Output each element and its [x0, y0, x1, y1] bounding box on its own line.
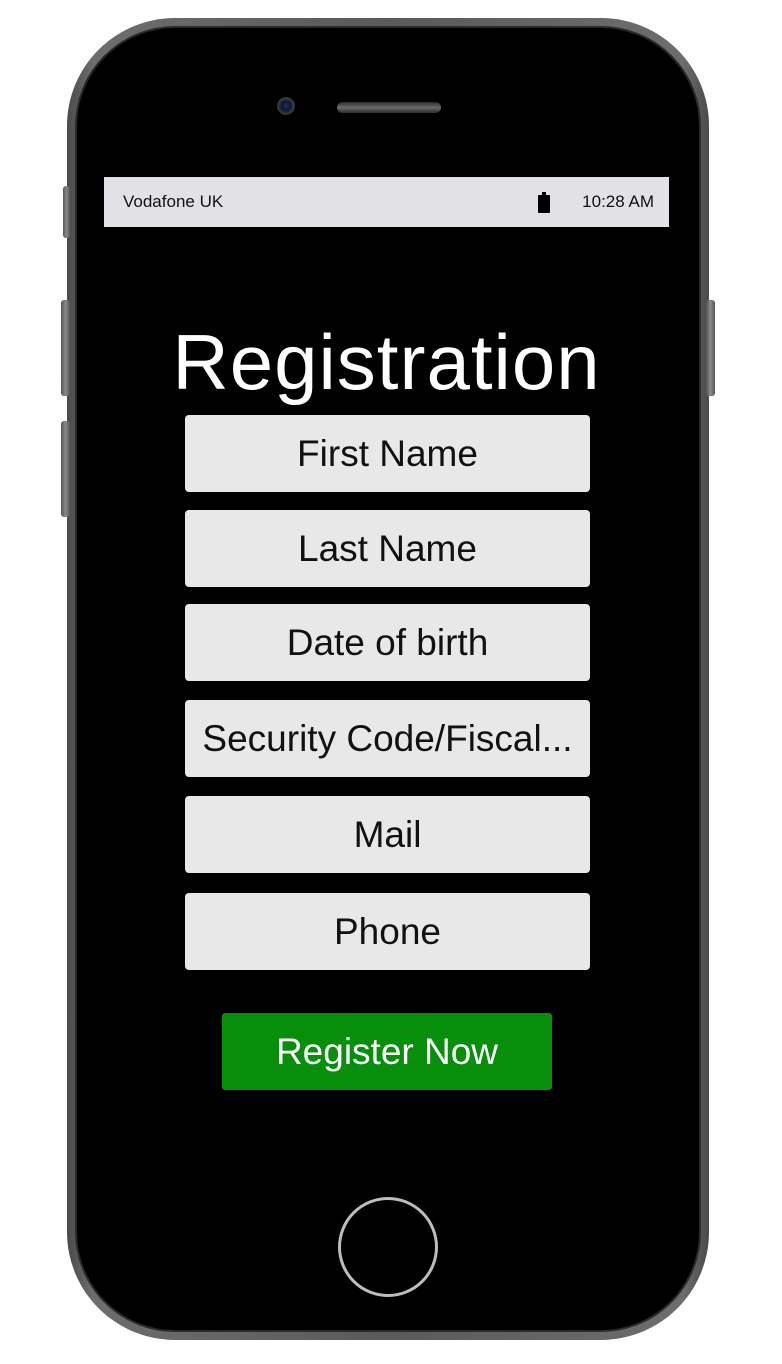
volume-up-button: [61, 300, 70, 396]
date-of-birth-field[interactable]: Date of birth: [185, 604, 590, 681]
page-title: Registration: [172, 318, 601, 406]
earpiece-speaker: [337, 102, 441, 113]
phone-field[interactable]: Phone: [185, 893, 590, 970]
power-button: [706, 300, 715, 396]
volume-down-button: [61, 421, 70, 517]
front-camera-icon: [277, 97, 295, 115]
home-button[interactable]: [338, 1197, 438, 1297]
mail-field[interactable]: Mail: [185, 796, 590, 873]
mute-switch: [63, 186, 70, 238]
carrier-name: Vodafone UK: [123, 192, 224, 211]
status-bar: Vodafone UK 10:28 AM: [104, 177, 669, 227]
first-name-field[interactable]: First Name: [185, 415, 590, 492]
phone-screen: Vodafone UK 10:28 AM Registration First …: [104, 177, 669, 1177]
status-time: 10:28 AM: [582, 192, 654, 211]
security-code-field[interactable]: Security Code/Fiscal...: [185, 700, 590, 777]
register-now-button[interactable]: Register Now: [222, 1013, 552, 1090]
battery-icon: [538, 192, 550, 214]
last-name-field[interactable]: Last Name: [185, 510, 590, 587]
